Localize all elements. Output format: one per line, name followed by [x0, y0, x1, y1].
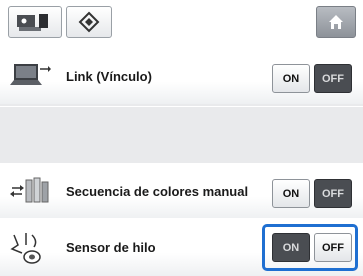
link-row: Link (Vínculo) ON OFF — [0, 48, 363, 106]
machine-settings-button[interactable] — [8, 6, 62, 38]
color-sequence-row: Secuencia de colores manual ON OFF — [0, 163, 363, 221]
toolbar — [0, 0, 363, 48]
link-computer-icon — [8, 58, 52, 94]
color-sequence-label: Secuencia de colores manual — [66, 183, 249, 199]
diamond-settings-icon — [78, 11, 100, 33]
selection-highlight — [262, 224, 358, 271]
machine-settings-icon — [17, 14, 48, 31]
settings-button[interactable] — [66, 6, 112, 38]
link-label: Link (Vínculo) — [66, 68, 152, 84]
color-sequence-icon — [8, 173, 52, 209]
empty-row — [0, 107, 363, 163]
home-button[interactable] — [316, 6, 356, 38]
color-sequence-off-button[interactable]: OFF — [314, 179, 352, 208]
link-on-button[interactable]: ON — [272, 64, 310, 93]
home-icon — [329, 15, 343, 29]
thread-sensor-label: Sensor de hilo — [66, 239, 156, 255]
thread-sensor-icon — [8, 230, 52, 266]
link-off-button[interactable]: OFF — [314, 64, 352, 93]
color-sequence-on-button[interactable]: ON — [272, 179, 310, 208]
